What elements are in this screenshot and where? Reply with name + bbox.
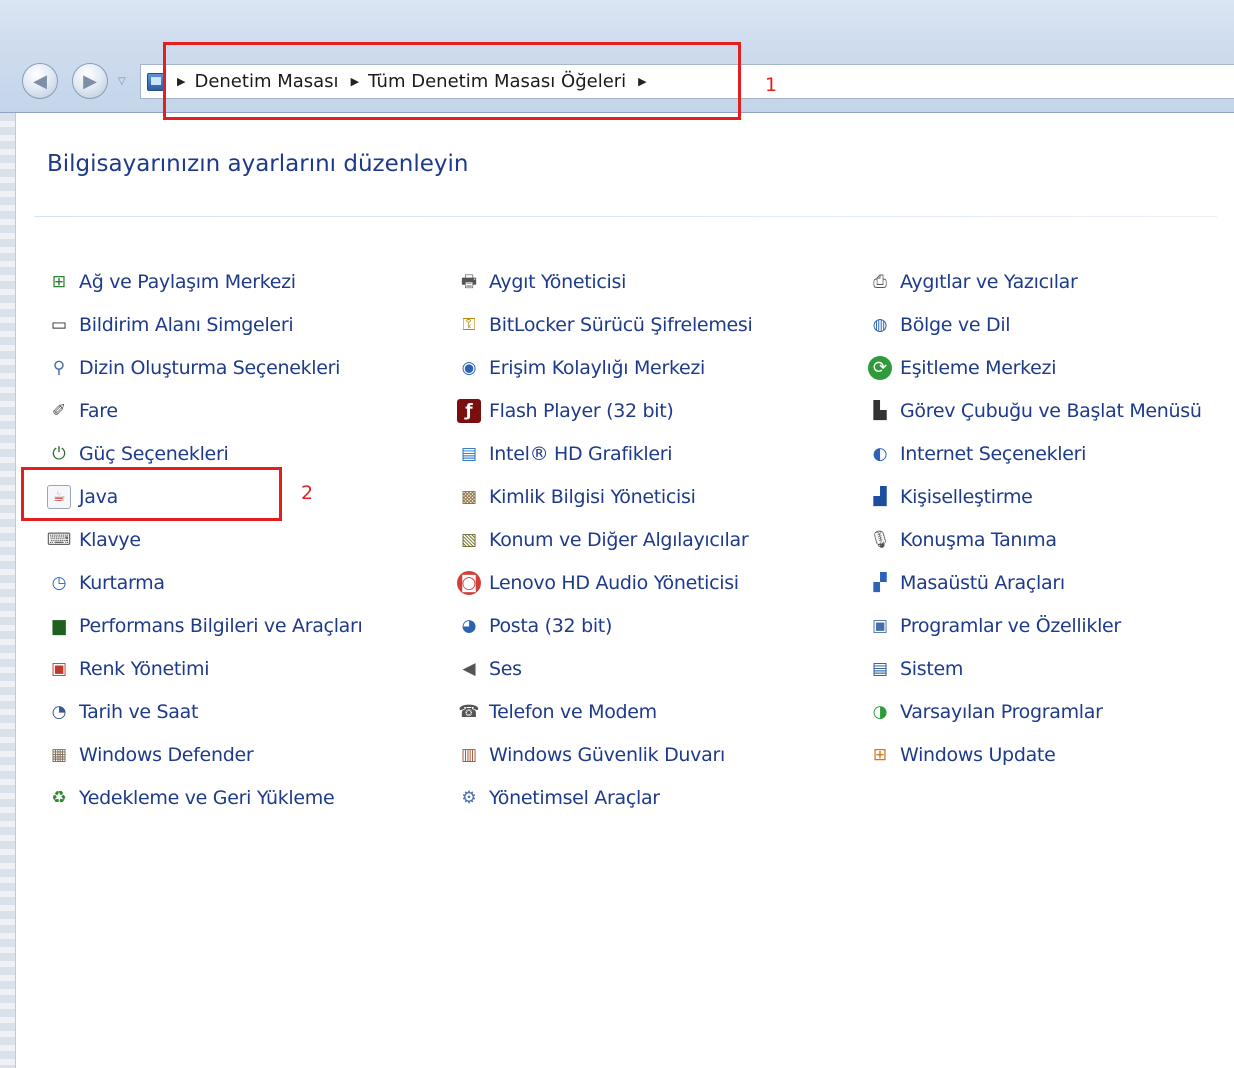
printer-icon: ⎙	[873, 271, 887, 292]
mail-icon: ◕	[461, 615, 477, 636]
item-guvenlik-duvari[interactable]: ▥ Windows Güvenlik Duvarı	[457, 740, 725, 770]
item-bitlocker[interactable]: ⚿ BitLocker Sürücü Şifrelemesi	[457, 310, 753, 340]
item-lenovo-audio[interactable]: ◙ Lenovo HD Audio Yöneticisi	[457, 568, 739, 598]
item-ag-ve-paylasim-merkezi[interactable]: ⊞ Ağ ve Paylaşım Merkezi	[47, 267, 296, 297]
bitlocker-icon: ⚿	[462, 314, 476, 335]
programs-icon: ▣	[871, 615, 889, 636]
item-aygit-yoneticisi[interactable]: 🖶 Aygıt Yöneticisi	[457, 267, 626, 297]
item-erisim-kolayligi[interactable]: ◉ Erişim Kolaylığı Merkezi	[457, 353, 706, 383]
backup-icon: ♻	[51, 787, 67, 808]
item-bolge-dil[interactable]: ◍ Bölge ve Dil	[868, 310, 1011, 340]
item-programlar-ozellikler[interactable]: ▣ Programlar ve Özellikler	[868, 611, 1121, 641]
divider	[34, 216, 1217, 217]
clock-icon: ◔	[51, 701, 67, 722]
item-internet-secenekleri[interactable]: ◐ Internet Seçenekleri	[868, 439, 1087, 469]
admin-tools-icon: ⚙	[461, 787, 477, 808]
default-programs-icon: ◑	[872, 701, 888, 722]
phone-icon: ☎	[458, 701, 480, 722]
forward-button[interactable]: ▶	[72, 63, 108, 99]
item-konusma-tanima[interactable]: 🎙 Konuşma Tanıma	[868, 525, 1057, 555]
credential-icon: ▩	[460, 486, 478, 507]
globe-icon: ◍	[872, 314, 888, 335]
firewall-icon: ▥	[460, 744, 478, 765]
gadgets-icon: ▞	[873, 572, 887, 593]
power-icon: ⏻	[52, 443, 66, 464]
item-windows-update[interactable]: ⊞ Windows Update	[868, 740, 1056, 770]
page-title: Bilgisayarınızın ayarlarını düzenleyin	[47, 151, 469, 177]
item-aygitlar-yazicilar[interactable]: ⎙ Aygıtlar ve Yazıcılar	[868, 267, 1078, 297]
forward-arrow-icon: ▶	[83, 70, 97, 92]
mouse-icon: ✐	[51, 400, 67, 421]
item-yedekleme[interactable]: ♻ Yedekleme ve Geri Yükleme	[47, 783, 334, 813]
annotation-box-2	[21, 467, 282, 521]
color-management-icon: ▣	[50, 658, 68, 679]
item-performans[interactable]: ▆ Performans Bilgileri ve Araçları	[47, 611, 362, 641]
keyboard-icon: ⌨	[46, 529, 72, 550]
sensor-icon: ▧	[460, 529, 478, 550]
annotation-number-2: 2	[301, 482, 314, 504]
back-arrow-icon: ◀	[33, 70, 47, 92]
speaker-icon: ◀	[462, 658, 476, 679]
item-kisisellestirme[interactable]: ▟ Kişiselleştirme	[868, 482, 1032, 512]
sync-icon: ⟳	[868, 356, 892, 380]
intel-graphics-icon: ▤	[460, 443, 478, 464]
item-yonetimsel-araclar[interactable]: ⚙ Yönetimsel Araçlar	[457, 783, 660, 813]
personalization-icon: ▟	[873, 486, 887, 507]
left-edge	[0, 113, 16, 1068]
item-windows-defender[interactable]: ▦ Windows Defender	[47, 740, 254, 770]
audio-manager-icon: ◙	[457, 571, 481, 595]
item-kimlik-bilgisi[interactable]: ▩ Kimlik Bilgisi Yöneticisi	[457, 482, 696, 512]
annotation-box-1	[163, 42, 741, 120]
item-masaustu-araclari[interactable]: ▞ Masaüstü Araçları	[868, 568, 1065, 598]
back-button[interactable]: ◀	[22, 63, 58, 99]
item-gorev-cubugu[interactable]: ▙ Görev Çubuğu ve Başlat Menüsü	[868, 396, 1201, 426]
item-posta[interactable]: ◕ Posta (32 bit)	[457, 611, 613, 641]
windows-update-icon: ⊞	[872, 744, 888, 765]
item-konum[interactable]: ▧ Konum ve Diğer Algılayıcılar	[457, 525, 749, 555]
microphone-icon: 🎙	[869, 529, 891, 550]
item-esitleme[interactable]: ⟳ Eşitleme Merkezi	[868, 353, 1057, 383]
notification-icon: ▭	[50, 314, 68, 335]
item-telefon-modem[interactable]: ☎ Telefon ve Modem	[457, 697, 657, 727]
item-varsayilan-programlar[interactable]: ◑ Varsayılan Programlar	[868, 697, 1103, 727]
item-tarih-ve-saat[interactable]: ◔ Tarih ve Saat	[47, 697, 199, 727]
item-flash-player[interactable]: ƒ Flash Player (32 bit)	[457, 396, 674, 426]
item-kurtarma[interactable]: ◷ Kurtarma	[47, 568, 165, 598]
item-klavye[interactable]: ⌨ Klavye	[47, 525, 141, 555]
item-sistem[interactable]: ▤ Sistem	[868, 654, 963, 684]
item-fare[interactable]: ✐ Fare	[47, 396, 118, 426]
performance-icon: ▆	[52, 615, 66, 636]
device-manager-icon: 🖶	[460, 271, 478, 292]
item-ses[interactable]: ◀ Ses	[457, 654, 522, 684]
item-bildirim-alani-simgeleri[interactable]: ▭ Bildirim Alanı Simgeleri	[47, 310, 294, 340]
annotation-number-1: 1	[765, 74, 778, 96]
taskbar-icon: ▙	[873, 400, 887, 421]
item-renk-yonetimi[interactable]: ▣ Renk Yönetimi	[47, 654, 210, 684]
network-icon: ⊞	[51, 271, 67, 292]
indexing-icon: ⚲	[52, 357, 66, 378]
flash-icon: ƒ	[457, 399, 481, 423]
system-icon: ▤	[871, 658, 889, 679]
recent-pages-dropdown[interactable]: ▽	[118, 76, 126, 87]
item-guc-secenekleri[interactable]: ⏻ Güç Seçenekleri	[47, 439, 228, 469]
accessibility-icon: ◉	[461, 357, 477, 378]
recovery-icon: ◷	[51, 572, 67, 593]
internet-options-icon: ◐	[872, 443, 888, 464]
item-dizin-olusturma[interactable]: ⚲ Dizin Oluşturma Seçenekleri	[47, 353, 341, 383]
defender-icon: ▦	[50, 744, 68, 765]
item-intel-hd[interactable]: ▤ Intel® HD Grafikleri	[457, 439, 673, 469]
